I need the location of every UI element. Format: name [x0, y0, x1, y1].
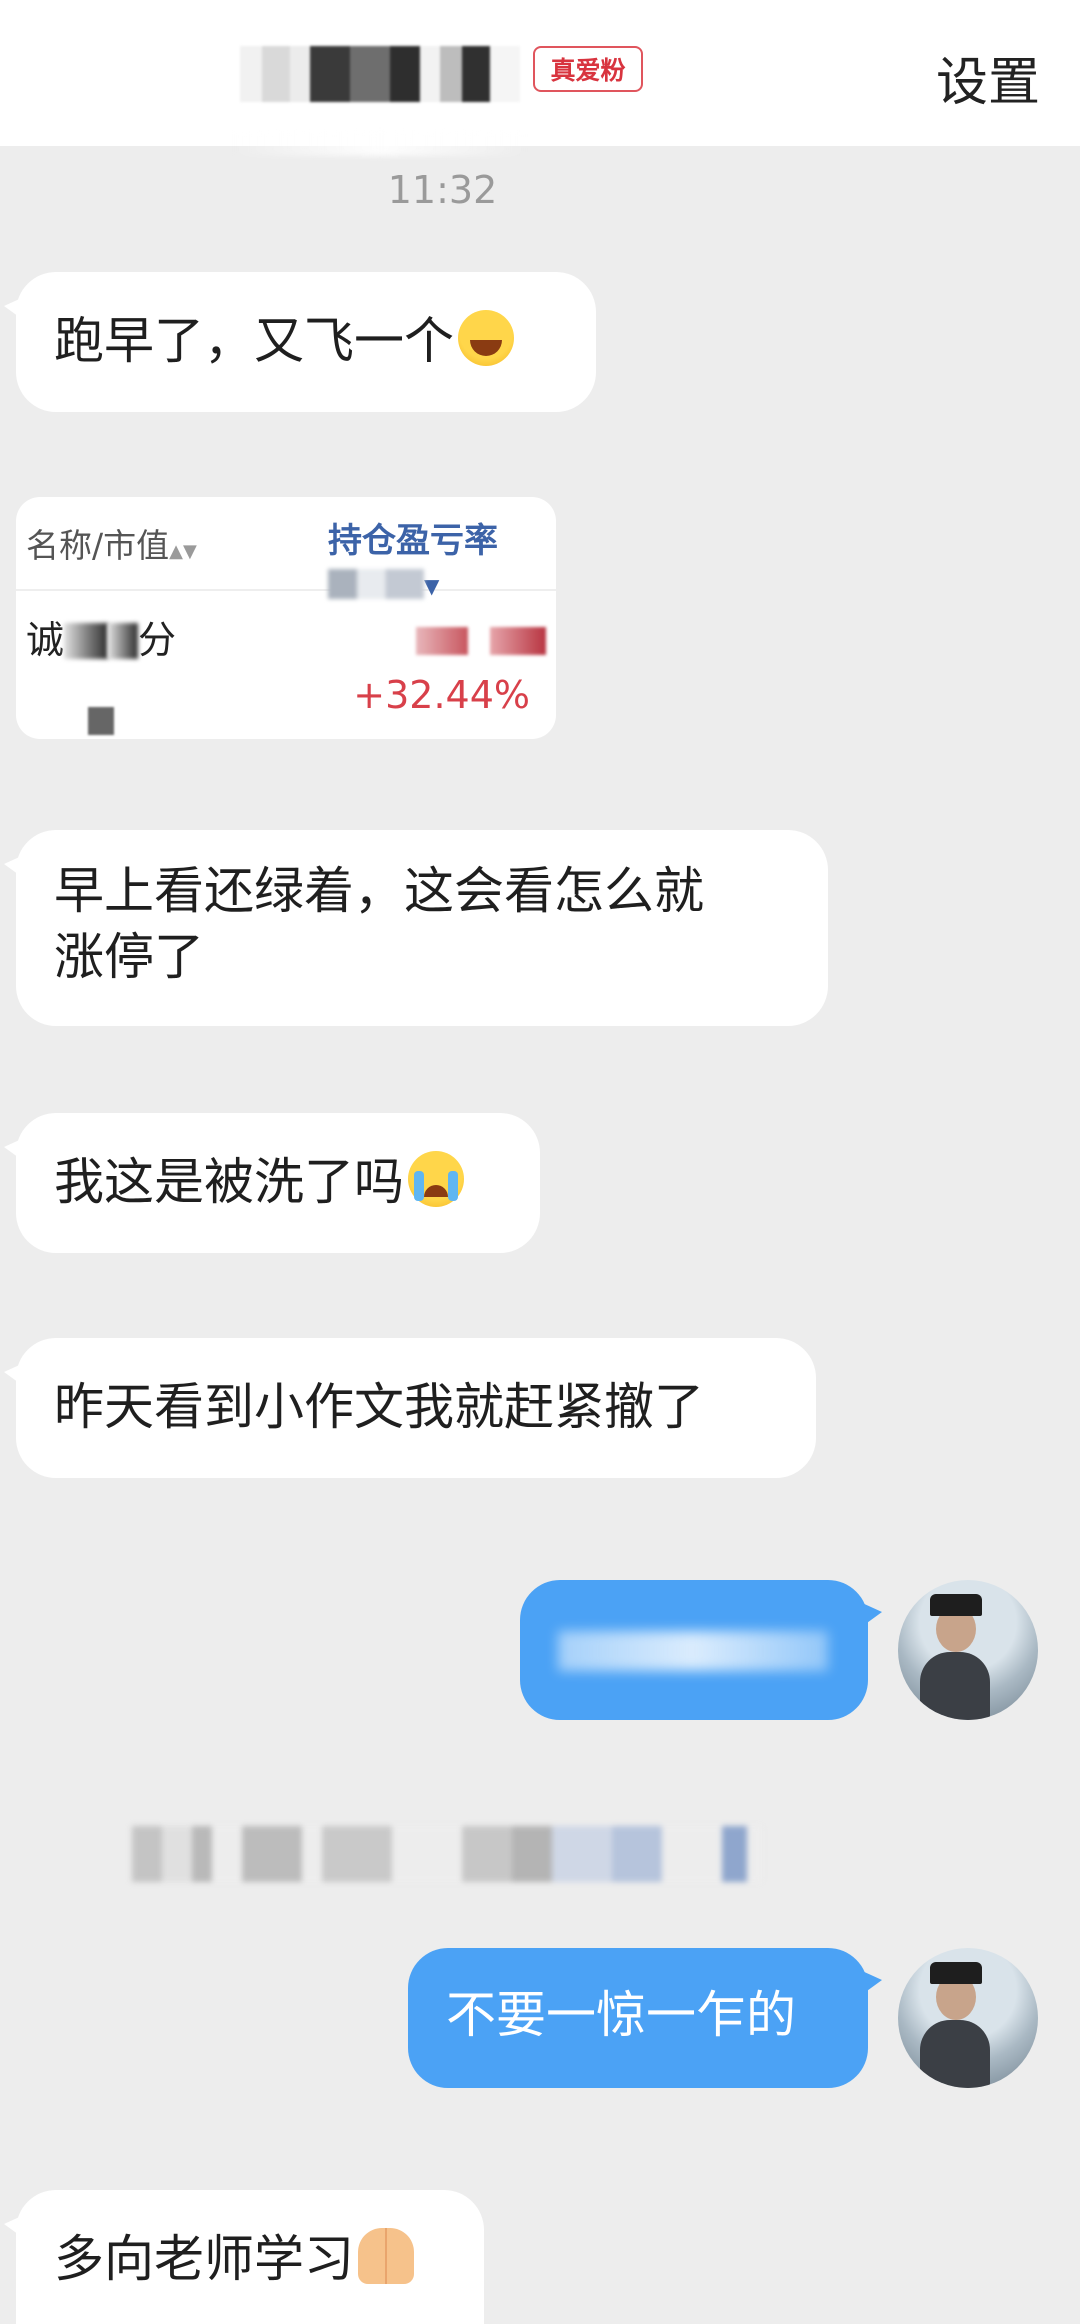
header-blur-strip: [230, 130, 530, 156]
column-name-header[interactable]: 名称/市值▲▼: [26, 519, 197, 567]
blurred-text: [64, 623, 109, 659]
chat-header: 真爱粉 设置: [0, 0, 1080, 156]
message-text: 跑早了，又飞一个: [54, 312, 454, 370]
settings-button[interactable]: 设置: [936, 40, 1040, 115]
incoming-message-bubble[interactable]: 多向老师学习: [4, 2190, 484, 2324]
message-timestamp: 11:32: [387, 168, 498, 212]
user-avatar[interactable]: [898, 1580, 1038, 1720]
sort-down-icon: ▼: [424, 574, 440, 598]
message-text-line: 早上看还绿着，这会看怎么就: [54, 862, 704, 920]
incoming-message-bubble[interactable]: 昨天看到小作文我就赶紧撤了: [4, 1338, 816, 1478]
outgoing-message-bubble[interactable]: [520, 1580, 882, 1720]
column-profit-header[interactable]: 持仓盈亏率▼: [328, 513, 556, 602]
price-change-percent: +32.44%: [353, 673, 530, 717]
fan-badge: 真爱粉: [533, 46, 643, 92]
blurred-message-text: [558, 1630, 828, 1671]
blurred-system-notice: [132, 1826, 762, 1882]
incoming-message-bubble[interactable]: 我这是被洗了吗: [4, 1113, 540, 1253]
contact-name-blurred[interactable]: [240, 46, 520, 102]
incoming-message-bubble[interactable]: 早上看还绿着，这会看怎么就 涨停了: [4, 830, 828, 1026]
message-text-line: 涨停了: [54, 928, 204, 986]
blurred-text: [108, 623, 139, 659]
sort-icon: ▲▼: [169, 541, 197, 562]
crying-emoji-icon: [408, 1151, 464, 1207]
user-avatar[interactable]: [898, 1948, 1038, 2088]
blurred-values: [410, 627, 550, 655]
laugh-cry-emoji-icon: [458, 310, 514, 366]
message-text: 多向老师学习: [54, 2230, 354, 2288]
message-text: 不要一惊一乍的: [446, 1986, 796, 2044]
message-text: 我这是被洗了吗: [54, 1153, 404, 1211]
stock-code-blurred: [88, 707, 114, 735]
blurred-text: [328, 569, 424, 599]
stock-name: 诚分: [26, 618, 177, 662]
outgoing-message-bubble[interactable]: 不要一惊一乍的: [408, 1948, 882, 2088]
incoming-message-bubble[interactable]: 跑早了，又飞一个: [4, 272, 596, 412]
praying-hands-icon: [358, 2228, 414, 2284]
message-text: 昨天看到小作文我就赶紧撤了: [54, 1378, 704, 1436]
stock-table-header: 名称/市值▲▼ 持仓盈亏率▼: [16, 497, 556, 599]
stock-screenshot-card[interactable]: 名称/市值▲▼ 持仓盈亏率▼ 诚分 +32.44%: [16, 497, 556, 739]
